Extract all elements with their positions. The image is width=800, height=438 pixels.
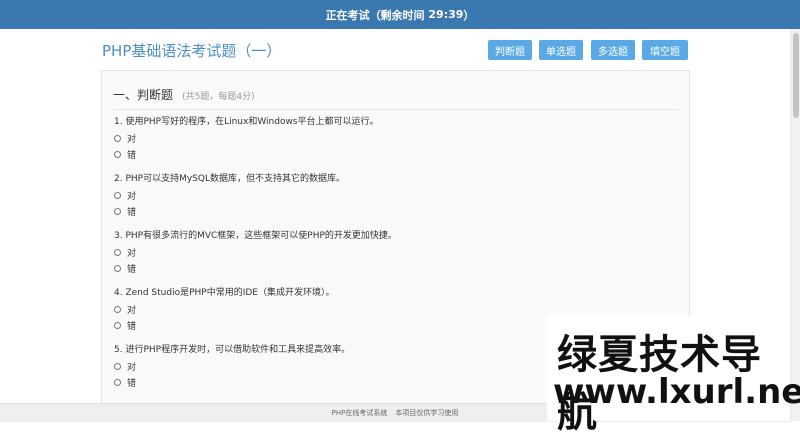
option-label: 错 (127, 264, 137, 275)
option-label: 对 (127, 191, 137, 202)
option-label: 错 (127, 378, 137, 389)
question-5: 5. 进行PHP程序开发时，可以借助软件和工具来提高效率。 对 错 (114, 342, 350, 390)
exam-status-text: 正在考试 (325, 8, 370, 22)
radio-icon[interactable] (114, 321, 121, 329)
section-subtitle: (共5题，每题4分) (182, 92, 255, 102)
option-label: 对 (127, 305, 137, 316)
radio-icon[interactable] (114, 248, 121, 256)
option-label: 对 (127, 362, 137, 373)
option-false[interactable]: 错 (114, 317, 335, 333)
section-title: 一、判断题 (113, 88, 174, 102)
section-header: 一、判断题 (共5题，每题4分) (113, 84, 678, 110)
question-text: 4. Zend Studio是PHP中常用的IDE（集成开发环境）。 (114, 288, 335, 298)
footer-system-name: PHP在线考试系统 (331, 409, 388, 417)
question-text: 2. PHP可以支持MySQL数据库，但不支持其它的数据库。 (114, 174, 345, 184)
option-label: 错 (127, 150, 137, 161)
page-header: PHP基础语法考试题（一） 判断题 单选题 多选题 填空题 (0, 29, 790, 71)
option-false[interactable]: 错 (114, 203, 345, 219)
question-1: 1. 使用PHP写好的程序，在Linux和Windows平台上都可以运行。 对 … (114, 114, 379, 162)
radio-icon[interactable] (114, 264, 121, 272)
radio-icon[interactable] (114, 207, 121, 215)
option-true[interactable]: 对 (114, 358, 350, 374)
fill-blank-button[interactable]: 填空题 (642, 40, 688, 60)
remaining-suffix: ） (463, 8, 475, 22)
question-4: 4. Zend Studio是PHP中常用的IDE（集成开发环境）。 对 错 (114, 285, 335, 333)
radio-icon[interactable] (114, 378, 121, 386)
option-false[interactable]: 错 (114, 374, 350, 390)
exam-status-bar: 正在考试 （剩余时间 29:39 ） (0, 0, 800, 29)
footer-notice: 本项目仅供学习使用 (395, 409, 459, 417)
option-true[interactable]: 对 (114, 301, 335, 317)
page-title: PHP基础语法考试题（一） (102, 42, 282, 60)
radio-icon[interactable] (114, 150, 121, 158)
option-label: 对 (127, 248, 137, 259)
question-text: 3. PHP有很多流行的MVC框架，这些框架可以使PHP的开发更加快捷。 (114, 231, 397, 241)
true-false-button[interactable]: 判断题 (488, 40, 532, 60)
question-text: 5. 进行PHP程序开发时，可以借助软件和工具来提高效率。 (114, 345, 351, 355)
option-false[interactable]: 错 (114, 146, 379, 162)
radio-icon[interactable] (114, 191, 121, 199)
option-label: 错 (127, 321, 137, 332)
option-true[interactable]: 对 (114, 244, 397, 260)
option-label: 错 (127, 207, 137, 218)
option-false[interactable]: 错 (114, 260, 397, 276)
option-true[interactable]: 对 (114, 187, 345, 203)
multiple-choice-button[interactable]: 多选题 (591, 40, 635, 60)
scroll-thumb[interactable] (793, 33, 799, 118)
question-3: 3. PHP有很多流行的MVC框架，这些框架可以使PHP的开发更加快捷。 对 错 (114, 228, 397, 276)
question-text: 1. 使用PHP写好的程序，在Linux和Windows平台上都可以运行。 (114, 117, 379, 127)
vertical-scrollbar[interactable] (790, 29, 800, 421)
radio-icon[interactable] (114, 305, 121, 313)
radio-icon[interactable] (114, 134, 121, 142)
option-label: 对 (127, 134, 137, 145)
remaining-time: 29:39 (428, 8, 464, 21)
single-choice-button[interactable]: 单选题 (539, 40, 583, 60)
remaining-prefix: （剩余时间 (369, 8, 429, 22)
radio-icon[interactable] (114, 362, 121, 370)
question-2: 2. PHP可以支持MySQL数据库，但不支持其它的数据库。 对 错 (114, 171, 345, 219)
option-true[interactable]: 对 (114, 130, 379, 146)
watermark-url: www.lxurl.net (553, 372, 800, 412)
watermark: 绿夏技术导航 www.lxurl.net (547, 316, 800, 436)
